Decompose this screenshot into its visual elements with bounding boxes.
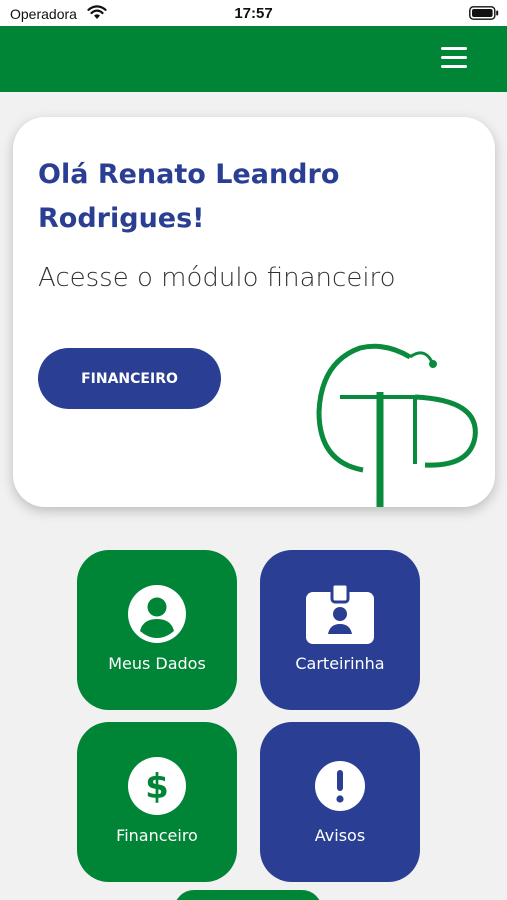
exclamation-circle-icon	[310, 756, 370, 816]
tile-avisos[interactable]: Avisos	[260, 722, 420, 882]
status-bar: Operadora 17:57	[0, 0, 507, 26]
greeting-text: Olá Renato Leandro Rodrigues!	[38, 159, 340, 234]
battery-icon	[469, 6, 499, 23]
dollar-circle-icon: $	[127, 756, 187, 816]
top-navigation-bar	[0, 26, 507, 92]
tile-financeiro[interactable]: $ Financeiro	[77, 722, 237, 882]
id-badge-icon	[306, 582, 374, 644]
tile-label: Meus Dados	[108, 654, 206, 673]
user-circle-icon	[127, 584, 187, 644]
tile-carteirinha[interactable]: Carteirinha	[260, 550, 420, 710]
gp-logo	[315, 342, 487, 507]
financeiro-button[interactable]: FINANCEIRO	[38, 348, 221, 409]
svg-text:$: $	[145, 767, 169, 807]
subtitle-text: Acesse o módulo financeiro	[38, 263, 396, 293]
tile-label: Carteirinha	[295, 654, 385, 673]
hamburger-menu-icon[interactable]	[441, 47, 467, 69]
next-tile-partial[interactable]	[174, 890, 322, 900]
tile-label: Avisos	[314, 826, 366, 845]
welcome-card: Olá Renato Leandro Rodrigues! Acesse o m…	[13, 117, 495, 507]
tile-meus-dados[interactable]: Meus Dados	[77, 550, 237, 710]
tile-label: Financeiro	[116, 826, 198, 845]
clock: 17:57	[234, 5, 273, 22]
